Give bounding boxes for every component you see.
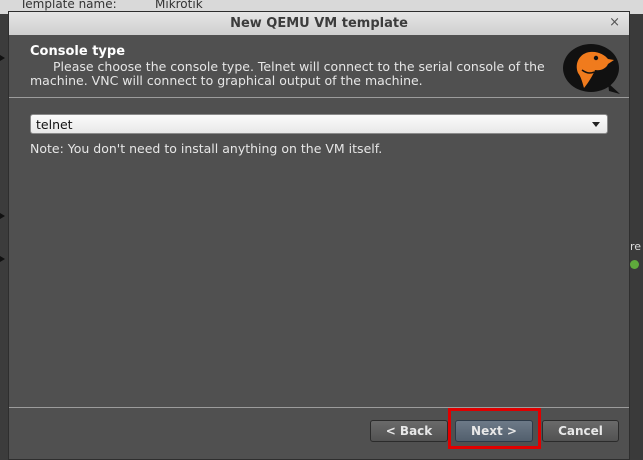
wizard-header: Console type Please choose the console t… xyxy=(9,35,629,97)
chevron-down-icon xyxy=(592,122,600,127)
expand-arrow-icon[interactable] xyxy=(0,213,5,219)
background-left-panel xyxy=(0,14,8,460)
page-description: Please choose the console type. Telnet w… xyxy=(30,59,545,88)
template-name-label: Template name: xyxy=(20,0,117,11)
header-separator xyxy=(9,97,629,98)
qemu-logo-icon xyxy=(563,44,620,94)
background-right-text: re xyxy=(630,240,642,253)
next-button-highlight xyxy=(448,408,541,449)
page-title: Console type xyxy=(30,44,126,59)
console-type-select[interactable]: telnet xyxy=(30,114,608,134)
back-button[interactable]: < Back xyxy=(370,420,448,442)
close-icon[interactable]: × xyxy=(609,15,620,30)
cancel-button[interactable]: Cancel xyxy=(542,420,619,442)
template-name-value: Mikrotik xyxy=(155,0,203,11)
install-note: Note: You don't need to install anything… xyxy=(30,141,383,156)
dialog-title: New QEMU VM template xyxy=(230,16,408,31)
expand-arrow-icon[interactable] xyxy=(0,55,5,61)
console-type-value: telnet xyxy=(36,117,73,132)
status-indicator-icon xyxy=(630,260,639,269)
dialog-titlebar[interactable]: New QEMU VM template × xyxy=(9,12,629,36)
new-qemu-vm-template-dialog: New QEMU VM template × Console type Plea… xyxy=(8,11,630,460)
expand-arrow-icon[interactable] xyxy=(0,256,5,262)
